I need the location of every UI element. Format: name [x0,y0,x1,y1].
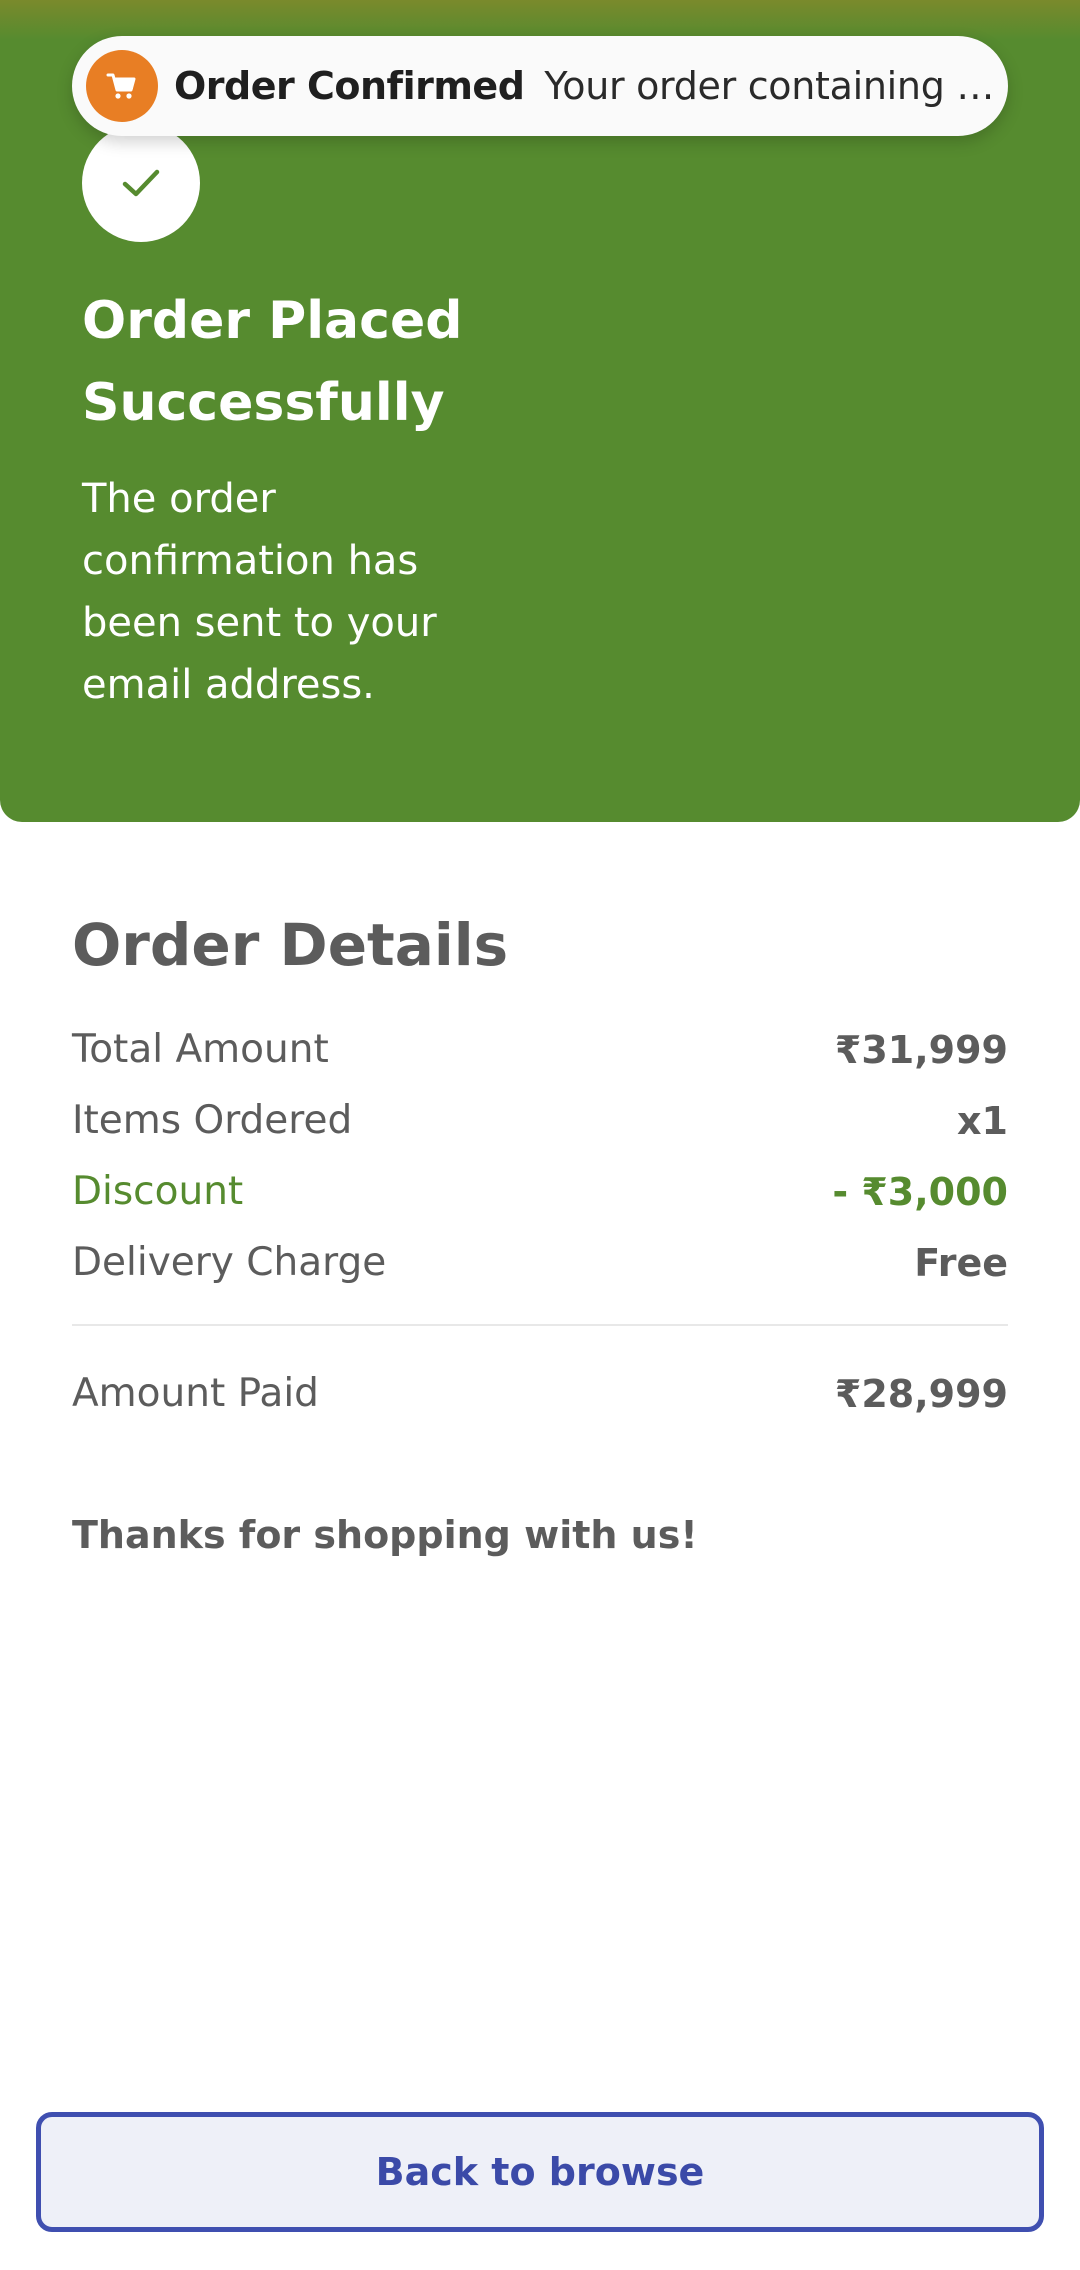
checkmark-icon [122,169,160,197]
notification-message: Your order containing Go… [544,64,1008,108]
summary-divider [72,1324,1008,1326]
success-title: Order Placed Successfully [82,291,463,433]
thanks-message: Thanks for shopping with us! [72,1513,698,1557]
banner-top-glow [0,0,1080,40]
amount-paid-value: ₹28,999 [834,1371,1008,1416]
items-ordered-value: x1 [957,1098,1008,1143]
notification-title: Order Confirmed [174,64,525,108]
items-ordered-label: Items Ordered [72,1098,353,1143]
delivery-charge-value: Free [914,1240,1008,1285]
notification-app-icon [86,50,158,122]
total-amount-value: ₹31,999 [834,1027,1008,1072]
discount-label: Discount [72,1169,244,1214]
discount-row: Discount - ₹3,000 [72,1156,1008,1227]
delivery-charge-label: Delivery Charge [72,1240,387,1285]
shopping-cart-icon [106,73,136,99]
back-to-browse-button[interactable]: Back to browse [36,2112,1044,2232]
order-details-title: Order Details [72,911,509,979]
delivery-charge-row: Delivery Charge Free [72,1227,1008,1298]
total-amount-row: Total Amount ₹31,999 [72,1014,1008,1085]
discount-value: - ₹3,000 [832,1169,1008,1214]
success-subtitle: The order confirmation has been sent to … [82,476,437,708]
items-ordered-row: Items Ordered x1 [72,1085,1008,1156]
order-confirmed-notification[interactable]: Order Confirmed Your order containing Go… [72,36,1008,136]
success-badge [82,124,200,242]
amount-paid-label: Amount Paid [72,1371,319,1416]
order-details-section: Order Details Total Amount ₹31,999 Items… [72,900,1008,1557]
total-amount-label: Total Amount [72,1027,329,1072]
amount-paid-row: Amount Paid ₹28,999 [72,1358,1008,1429]
order-summary-list: Total Amount ₹31,999 Items Ordered x1 Di… [72,1014,1008,1298]
